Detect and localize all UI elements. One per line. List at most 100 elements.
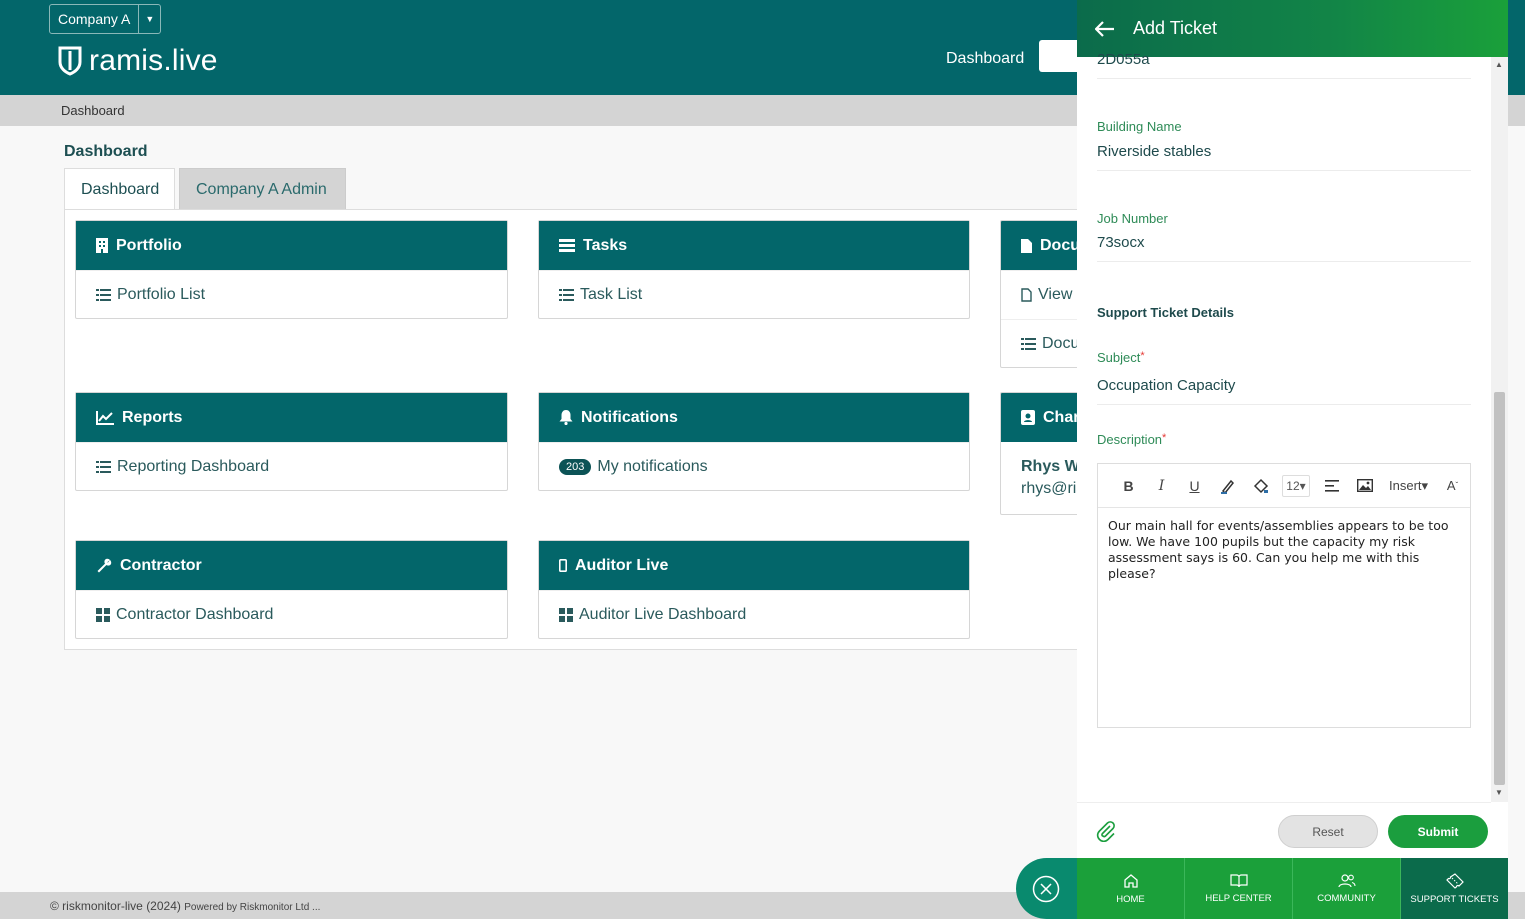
reporting-dashboard-label: Reporting Dashboard — [117, 458, 270, 475]
tasks-card-header: Tasks — [539, 221, 969, 270]
portfolio-card-header: Portfolio — [76, 221, 507, 270]
bold-icon[interactable]: B — [1112, 472, 1145, 500]
description-editor: B I U 12 ▾ Insert▾ Aˇ Our main hall for e… — [1097, 463, 1471, 728]
font-size-select[interactable]: 12 ▾ — [1282, 474, 1310, 497]
contractor-dashboard-label: Contractor Dashboard — [116, 606, 274, 623]
contractor-card: Contractor Contractor Dashboard — [75, 540, 508, 639]
tab-company-admin[interactable]: Company A Admin — [179, 168, 346, 210]
scroll-up-icon[interactable]: ▲ — [1495, 60, 1503, 69]
reset-button[interactable]: Reset — [1278, 815, 1378, 848]
ticket-icon — [1445, 872, 1464, 889]
page-title: Dashboard — [64, 143, 148, 160]
shield-icon — [58, 46, 82, 76]
reports-card-header: Reports — [76, 393, 507, 442]
contractor-card-title: Contractor — [120, 556, 202, 574]
back-arrow-icon[interactable] — [1095, 20, 1115, 37]
wrench-icon — [96, 558, 112, 574]
tasks-card: Tasks Task List — [538, 220, 970, 319]
grid-icon — [559, 608, 573, 622]
reports-card-title: Reports — [122, 408, 183, 426]
documents-card-title: Docu — [1040, 236, 1080, 254]
underline-icon[interactable]: U — [1178, 472, 1211, 500]
tab-dashboard[interactable]: Dashboard — [64, 168, 175, 210]
caret-down-icon[interactable]: ▼ — [138, 5, 160, 33]
image-icon[interactable] — [1348, 472, 1381, 500]
nav-help-center-label: HELP CENTER — [1205, 893, 1272, 904]
building-name-field[interactable]: Riverside stables — [1097, 143, 1471, 171]
ticket-actions-bar: Reset Submit — [1077, 802, 1491, 858]
required-marker: * — [1140, 350, 1145, 362]
auditor-live-dashboard-label: Auditor Live Dashboard — [579, 606, 747, 623]
auditor-live-dashboard-link[interactable]: Auditor Live Dashboard — [539, 590, 969, 639]
contractor-card-header: Contractor — [76, 541, 507, 590]
description-label: Description* — [1097, 432, 1166, 447]
home-icon — [1123, 873, 1138, 888]
paint-bucket-icon[interactable] — [1244, 472, 1277, 500]
partial-field-value[interactable]: 2D055a — [1097, 51, 1471, 79]
task-list-label: Task List — [580, 286, 643, 303]
scroll-down-icon[interactable]: ▼ — [1495, 788, 1503, 797]
scrollbar-thumb[interactable] — [1494, 392, 1505, 785]
text-format-icon[interactable]: Aˇ — [1436, 472, 1469, 500]
company-selector-label: Company A — [58, 11, 131, 27]
list-icon — [1021, 338, 1036, 350]
paperclip-icon[interactable] — [1095, 820, 1117, 847]
add-ticket-panel: Add Ticket 2D055a Building Name Riversid… — [1077, 0, 1508, 919]
support-ticket-details-heading: Support Ticket Details — [1097, 305, 1235, 320]
company-selector[interactable]: Company A ▼ — [49, 4, 162, 34]
powered-by-text: Powered by Riskmonitor Ltd ... — [184, 902, 321, 913]
italic-icon[interactable]: I — [1145, 472, 1178, 500]
breadcrumb-item[interactable]: Dashboard — [61, 103, 125, 118]
align-left-icon[interactable] — [1315, 472, 1348, 500]
subject-label: Subject* — [1097, 350, 1145, 365]
add-ticket-header: Add Ticket — [1077, 0, 1508, 57]
subject-field[interactable]: Occupation Capacity — [1097, 377, 1471, 405]
submit-button[interactable]: Submit — [1388, 815, 1488, 848]
job-number-field[interactable]: 73socx — [1097, 234, 1471, 262]
editor-toolbar: B I U 12 ▾ Insert▾ Aˇ — [1098, 464, 1470, 508]
reporting-dashboard-link[interactable]: Reporting Dashboard — [76, 442, 507, 491]
notifications-card: Notifications 203 My notifications — [538, 392, 970, 491]
users-icon — [1337, 874, 1356, 888]
insert-dropdown[interactable]: Insert▾ — [1381, 478, 1436, 494]
mobile-icon — [559, 559, 567, 572]
footer-copyright: © riskmonitor-live (2024) Powered by Ris… — [50, 899, 320, 913]
notifications-card-title: Notifications — [581, 408, 678, 426]
my-notifications-link[interactable]: 203 My notifications — [539, 442, 969, 491]
logo-text: ramis.live — [89, 44, 218, 77]
tasks-card-title: Tasks — [583, 236, 628, 254]
tasks-icon — [559, 239, 575, 252]
insert-dropdown-label: Insert — [1389, 477, 1422, 493]
list-icon — [559, 289, 574, 301]
ramis-logo[interactable]: ramis.live — [58, 44, 218, 78]
close-circle-icon — [1032, 875, 1060, 902]
highlighter-icon[interactable] — [1211, 472, 1244, 500]
copyright-text: © riskmonitor-live (2024) — [50, 899, 181, 913]
my-notifications-label: My notifications — [597, 458, 708, 475]
subject-label-text: Subject — [1097, 350, 1141, 365]
nav-dashboard-link[interactable]: Dashboard — [946, 50, 1024, 68]
portfolio-card: Portfolio Portfolio List — [75, 220, 508, 319]
description-text-area[interactable]: Our main hall for events/assemblies appe… — [1098, 508, 1470, 592]
task-list-link[interactable]: Task List — [539, 270, 969, 319]
line-chart-icon — [96, 410, 114, 425]
notifications-card-header: Notifications — [539, 393, 969, 442]
drawer-scrollbar[interactable]: ▲ ▼ — [1491, 57, 1508, 802]
nav-home[interactable]: HOME — [1077, 858, 1185, 919]
auditor-live-card-title: Auditor Live — [575, 556, 669, 574]
contact-card-icon — [1021, 410, 1035, 425]
nav-help-center[interactable]: HELP CENTER — [1185, 858, 1293, 919]
nav-support-tickets[interactable]: SUPPORT TICKETS — [1401, 858, 1508, 919]
grid-icon — [96, 608, 110, 622]
portfolio-card-title: Portfolio — [116, 236, 182, 254]
bell-icon — [559, 410, 573, 425]
portfolio-list-link[interactable]: Portfolio List — [76, 270, 507, 319]
reports-card: Reports Reporting Dashboard — [75, 392, 508, 491]
nav-community[interactable]: COMMUNITY — [1293, 858, 1401, 919]
file-outline-icon — [1021, 288, 1032, 302]
building-icon — [96, 238, 108, 253]
building-name-label: Building Name — [1097, 119, 1182, 134]
required-marker: * — [1162, 432, 1167, 444]
contractor-dashboard-link[interactable]: Contractor Dashboard — [76, 590, 507, 639]
list-icon — [96, 289, 111, 301]
